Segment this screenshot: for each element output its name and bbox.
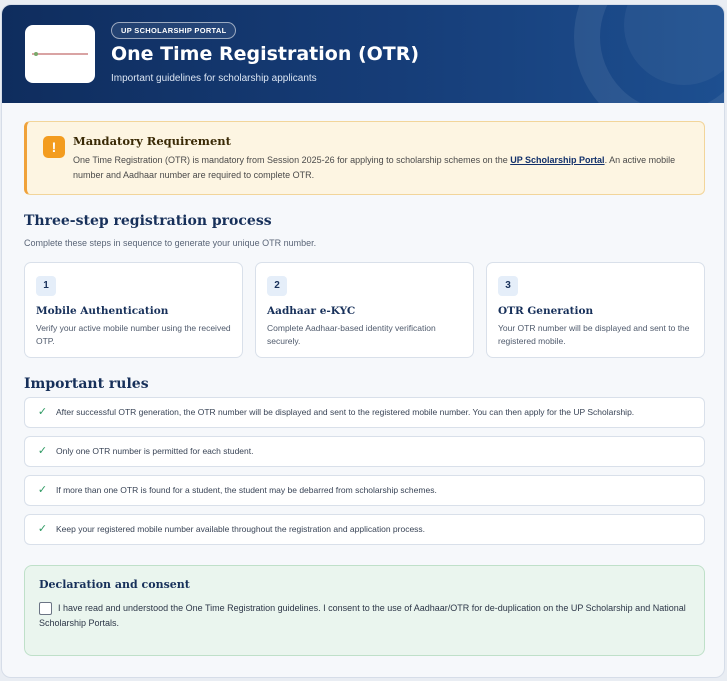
up-scholarship-portal-link[interactable]: UP Scholarship Portal <box>510 155 604 165</box>
step-card-otr-generation: 3 OTR Generation Your OTR number will be… <box>486 262 705 358</box>
step-title: Mobile Authentication <box>36 305 169 317</box>
step-description: Verify your active mobile number using t… <box>36 323 231 346</box>
step-description: Your OTR number will be displayed and se… <box>498 323 690 346</box>
rule-text: If more than one OTR is found for a stud… <box>56 485 437 495</box>
page-title: One Time Registration (OTR) <box>111 43 420 65</box>
otr-guidelines-card: UP SCHOLARSHIP PORTAL One Time Registrat… <box>1 4 725 678</box>
declaration-consent-box: Declaration and consent I have read and … <box>24 565 705 656</box>
rule-item: ✓ Keep your registered mobile number ava… <box>24 514 705 545</box>
step-description: Complete Aadhaar-based identity verifica… <box>267 323 436 346</box>
page-subtitle: Important guidelines for scholarship app… <box>111 73 317 84</box>
rule-text: Keep your registered mobile number avail… <box>56 524 426 534</box>
step-number: 2 <box>267 276 287 296</box>
alert-title: Mandatory Requirement <box>73 134 231 148</box>
portal-badge: UP SCHOLARSHIP PORTAL <box>111 22 237 39</box>
check-icon: ✓ <box>37 445 48 457</box>
header-banner: UP SCHOLARSHIP PORTAL One Time Registrat… <box>2 5 724 103</box>
check-icon: ✓ <box>37 406 48 418</box>
logo-graphic <box>32 51 88 57</box>
rule-text: Only one OTR number is permitted for eac… <box>56 446 254 456</box>
rule-item: ✓ Only one OTR number is permitted for e… <box>24 436 705 467</box>
rule-item: ✓ After successful OTR generation, the O… <box>24 397 705 428</box>
step-title: Aadhaar e-KYC <box>267 305 356 317</box>
exclamation-icon: ! <box>43 136 65 158</box>
process-section-subtitle: Complete these steps in sequence to gene… <box>24 238 317 248</box>
step-number: 3 <box>498 276 518 296</box>
step-card-mobile-authentication: 1 Mobile Authentication Verify your acti… <box>24 262 243 358</box>
step-title: OTR Generation <box>498 305 594 317</box>
step-number: 1 <box>36 276 56 296</box>
process-section-title: Three-step registration process <box>24 213 272 229</box>
check-icon: ✓ <box>37 523 48 535</box>
alert-body: One Time Registration (OTR) is mandatory… <box>73 153 698 183</box>
alert-body-text: One Time Registration (OTR) is mandatory… <box>73 155 511 165</box>
check-icon: ✓ <box>37 484 48 496</box>
consent-title: Declaration and consent <box>39 578 190 591</box>
rules-section-title: Important rules <box>24 376 149 392</box>
rule-text: After successful OTR generation, the OTR… <box>56 407 635 417</box>
step-card-aadhaar-ekyc: 2 Aadhaar e-KYC Complete Aadhaar-based i… <box>255 262 474 358</box>
mandatory-requirement-alert: ! Mandatory Requirement One Time Registr… <box>24 121 705 195</box>
portal-logo <box>25 25 95 83</box>
consent-text[interactable]: I have read and understood the One Time … <box>39 601 694 631</box>
rule-item: ✓ If more than one OTR is found for a st… <box>24 475 705 506</box>
